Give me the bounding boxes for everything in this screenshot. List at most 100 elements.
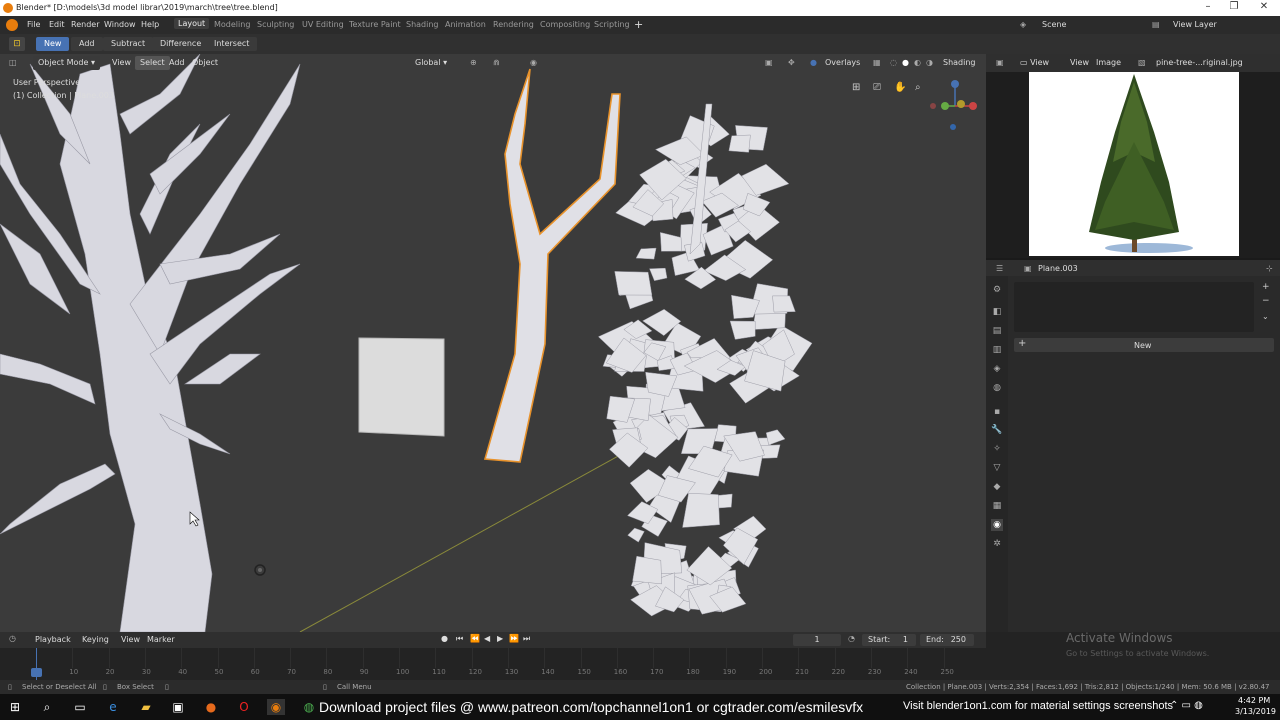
prev-key-icon[interactable]: ⏪: [470, 634, 480, 643]
tab-shading[interactable]: Shading: [406, 20, 439, 29]
mode-intersect-button[interactable]: Intersect: [206, 37, 258, 51]
camera-view-icon[interactable]: ⎚: [873, 82, 881, 93]
pivot-icon[interactable]: ⊕: [470, 58, 477, 67]
orientation-dropdown[interactable]: Global ▾: [410, 56, 452, 70]
new-material-button[interactable]: New: [1134, 341, 1151, 350]
chrome-icon[interactable]: ◍: [300, 699, 318, 715]
mode-subtract-button[interactable]: Subtract: [103, 37, 154, 51]
mode-new-button[interactable]: New: [36, 37, 70, 51]
store-icon[interactable]: ▣: [169, 699, 187, 715]
play-reverse-icon[interactable]: ◀: [484, 634, 490, 643]
task-view-icon[interactable]: ▭: [71, 699, 89, 715]
remove-slot-button[interactable]: −: [1262, 296, 1270, 306]
pin-icon[interactable]: ⊹: [1266, 264, 1273, 273]
marker-menu[interactable]: Marker: [147, 635, 175, 644]
timeline-ruler[interactable]: 0102030405060708090100110120130140150160…: [0, 648, 986, 680]
restore-button[interactable]: ❐: [1222, 1, 1246, 15]
edge-browser-icon[interactable]: e: [104, 699, 122, 715]
snap-icon[interactable]: ⋒: [493, 58, 500, 67]
material-slot-list[interactable]: [1014, 282, 1254, 332]
add-slot-button[interactable]: +: [1262, 282, 1270, 292]
tab-layout[interactable]: Layout: [174, 18, 210, 29]
timeline-type-icon[interactable]: ◷: [9, 634, 16, 643]
zoom-icon[interactable]: ⌕: [915, 82, 921, 93]
modifier-tab-icon[interactable]: 🔧: [991, 424, 1003, 436]
output-tab-icon[interactable]: ▤: [991, 325, 1003, 337]
tab-uv-editing[interactable]: UV Editing: [302, 20, 344, 29]
grid-view-icon[interactable]: ⊞: [852, 82, 860, 93]
current-frame-field[interactable]: 1: [793, 634, 841, 646]
system-tray-icons[interactable]: ⌃ ▭ ◍: [1170, 700, 1203, 711]
material-tab-icon[interactable]: ◉: [991, 519, 1003, 531]
menu-edit[interactable]: Edit: [49, 20, 65, 29]
image-filename[interactable]: pine-tree-...riginal.jpg: [1156, 58, 1243, 67]
view-layer-tab-icon[interactable]: ▥: [991, 344, 1003, 356]
opera-icon[interactable]: O: [235, 699, 253, 715]
navigation-gizmo[interactable]: [925, 76, 985, 136]
data-tab-icon[interactable]: ▦: [991, 500, 1003, 512]
object-tab-icon[interactable]: ▪: [991, 406, 1003, 418]
jump-end-icon[interactable]: ⏭: [523, 634, 530, 644]
image-editor-type-icon[interactable]: ▣: [996, 58, 1004, 67]
tab-sculpting[interactable]: Sculpting: [257, 20, 294, 29]
timeline[interactable]: ◷ Playback Keying View Marker ● ⏮ ⏪ ◀ ▶ …: [0, 632, 986, 680]
shading-dropdown[interactable]: Shading: [943, 58, 976, 67]
tab-animation[interactable]: Animation: [445, 20, 486, 29]
3d-viewport[interactable]: ◫ Object Mode ▾ View Select Add Object G…: [0, 54, 986, 632]
tab-rendering[interactable]: Rendering: [493, 20, 534, 29]
play-icon[interactable]: ▶: [497, 634, 503, 643]
tab-compositing[interactable]: Compositing: [540, 20, 590, 29]
view-menu[interactable]: View: [107, 56, 136, 70]
proportional-edit-icon[interactable]: ◉: [530, 58, 537, 67]
shading-rendered-icon[interactable]: ◑: [926, 58, 933, 67]
image-browse-icon[interactable]: ▧: [1138, 58, 1146, 67]
tab-texture-paint[interactable]: Texture Paint: [349, 20, 401, 29]
menu-render[interactable]: Render: [71, 20, 99, 29]
world-tab-icon[interactable]: ◍: [991, 382, 1003, 394]
close-button[interactable]: ✕: [1252, 1, 1276, 15]
view-layer-icon[interactable]: ▤: [1152, 20, 1160, 29]
view-layer-name[interactable]: View Layer: [1173, 20, 1217, 29]
scene-icon[interactable]: ◈: [1020, 20, 1026, 29]
clock-icon[interactable]: ◔: [848, 634, 855, 643]
keying-menu[interactable]: Keying: [82, 635, 109, 644]
physics-tab-icon[interactable]: ▽: [991, 462, 1003, 474]
constraints-tab-icon[interactable]: ◆: [991, 481, 1003, 493]
viewport-scene[interactable]: [0, 54, 986, 632]
editor-type-icon[interactable]: ◫: [9, 58, 17, 67]
menu-help[interactable]: Help: [141, 20, 159, 29]
texture-tab-icon[interactable]: ✲: [991, 538, 1003, 550]
playhead-frame-marker[interactable]: [31, 668, 42, 677]
timeline-view-menu[interactable]: View: [121, 635, 140, 644]
gizmo-icon[interactable]: ✥: [788, 58, 795, 67]
slot-menu-chevron-icon[interactable]: ⌄: [1262, 312, 1269, 321]
clock-time[interactable]: 4:42 PM: [1238, 696, 1270, 705]
image-editor-view-menu[interactable]: View: [1070, 58, 1089, 67]
select-tool-icon[interactable]: ⊡: [9, 37, 25, 51]
object-menu[interactable]: Object: [187, 56, 223, 70]
render-tab-icon[interactable]: ◧: [991, 306, 1003, 318]
tab-scripting[interactable]: Scripting: [594, 20, 630, 29]
tab-modeling[interactable]: Modeling: [214, 20, 250, 29]
particles-tab-icon[interactable]: ✧: [991, 443, 1003, 455]
mode-add-button[interactable]: Add: [71, 37, 103, 51]
menu-window[interactable]: Window: [104, 20, 136, 29]
file-explorer-icon[interactable]: ▰: [137, 699, 155, 715]
overlays-dropdown[interactable]: Overlays: [825, 58, 860, 67]
search-icon[interactable]: ⌕: [38, 699, 56, 715]
browse-material-icon[interactable]: +: [1018, 338, 1026, 349]
properties-type-icon[interactable]: ☰: [996, 264, 1003, 273]
shading-wireframe-icon[interactable]: ◌: [890, 58, 897, 67]
mode-difference-button[interactable]: Difference: [152, 37, 210, 51]
shading-material-icon[interactable]: ◐: [914, 58, 921, 67]
start-frame-field[interactable]: Start: 1: [862, 634, 916, 646]
scene-tab-icon[interactable]: ◈: [991, 363, 1003, 375]
next-key-icon[interactable]: ⏩: [509, 634, 519, 643]
image-editor-area[interactable]: [986, 72, 1280, 258]
minimize-button[interactable]: –: [1196, 1, 1220, 15]
record-icon[interactable]: ●: [441, 634, 448, 643]
playback-menu[interactable]: Playback: [35, 635, 71, 644]
end-frame-field[interactable]: End: 250: [920, 634, 974, 646]
add-menu[interactable]: Add: [164, 56, 190, 70]
scene-name[interactable]: Scene: [1042, 20, 1066, 29]
